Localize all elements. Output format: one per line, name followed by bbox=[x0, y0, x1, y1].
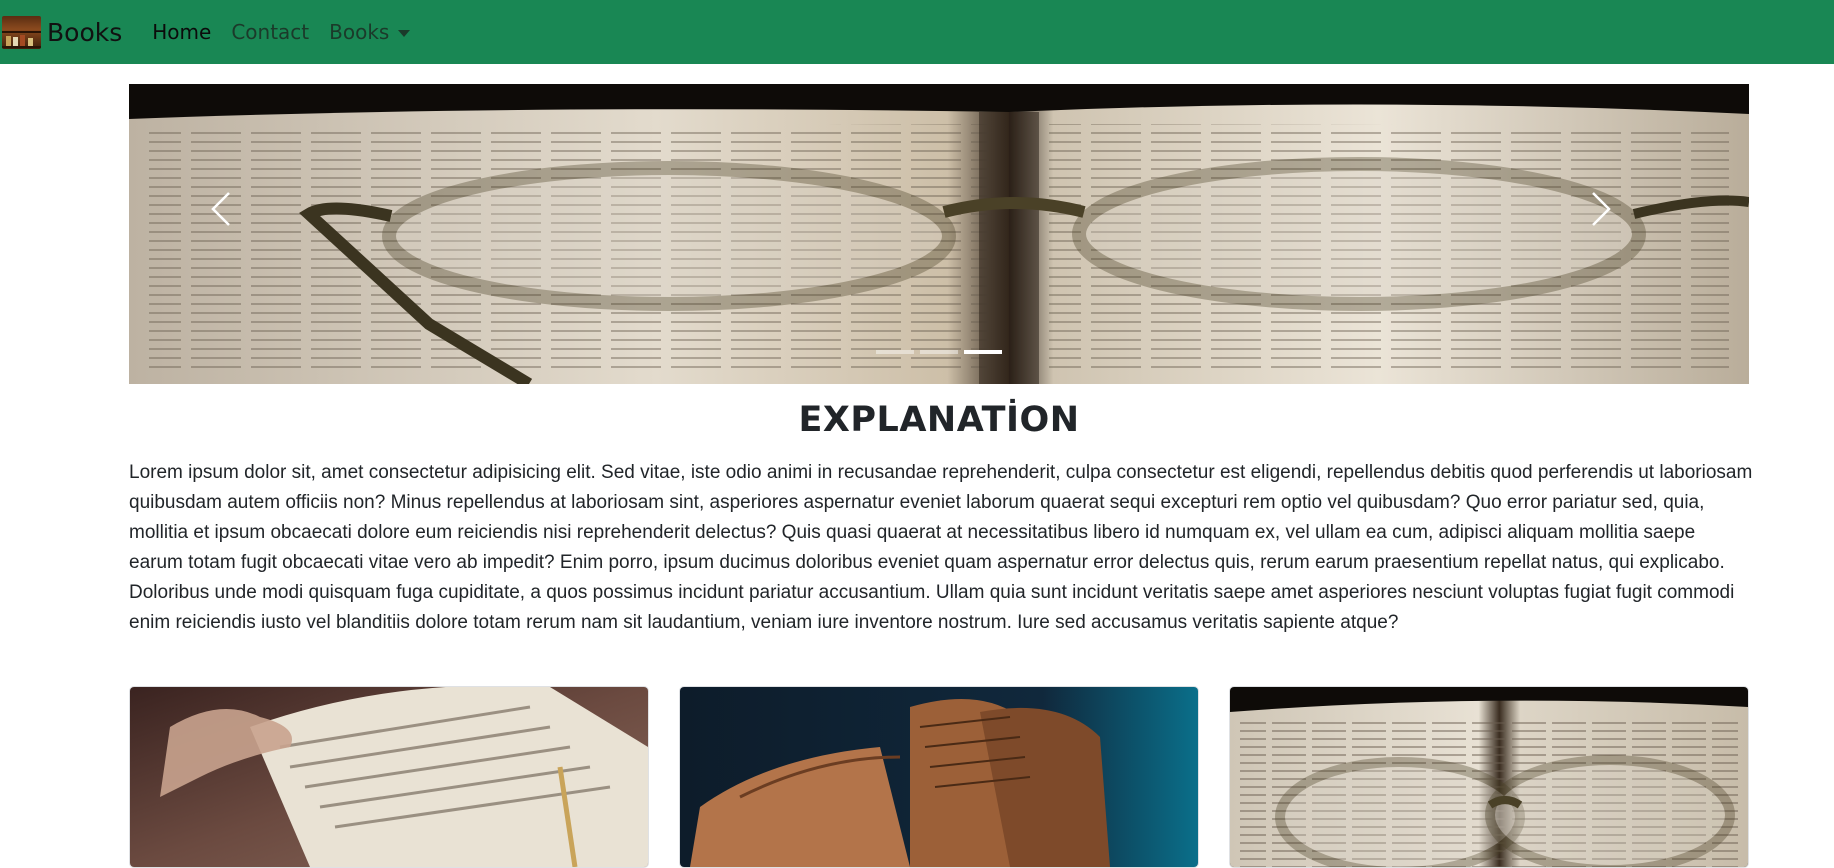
carousel-slide-image bbox=[129, 84, 1749, 384]
card-image-3[interactable] bbox=[1229, 686, 1749, 868]
carousel-next-button[interactable] bbox=[1589, 189, 1669, 249]
caret-down-icon bbox=[398, 29, 411, 37]
card-image-1[interactable] bbox=[129, 686, 649, 868]
brand-name: Books bbox=[47, 17, 123, 47]
carousel-indicator-3[interactable] bbox=[964, 350, 1002, 354]
card-photo-reading-hands bbox=[130, 687, 648, 867]
hero-carousel bbox=[129, 84, 1749, 384]
section-body: Lorem ipsum dolor sit, amet consectetur … bbox=[129, 462, 1753, 633]
nav-dropdown-books[interactable]: Books bbox=[329, 20, 411, 44]
card-image-2[interactable] bbox=[679, 686, 1199, 868]
nav-dropdown-books-label: Books bbox=[329, 20, 390, 44]
navbar: Books Home Contact Books bbox=[0, 0, 1834, 64]
chevron-left-icon bbox=[211, 192, 230, 226]
carousel-indicator-1[interactable] bbox=[876, 350, 914, 354]
nav-link-home[interactable]: Home bbox=[152, 20, 211, 44]
nav-links: Home Contact Books bbox=[152, 20, 430, 44]
chevron-right-icon bbox=[1592, 192, 1611, 226]
carousel-indicator-2[interactable] bbox=[920, 350, 958, 354]
navbar-brand[interactable]: Books bbox=[2, 15, 123, 49]
nav-link-contact[interactable]: Contact bbox=[231, 20, 309, 44]
bookshelf-logo-icon bbox=[2, 15, 41, 49]
carousel-indicators bbox=[129, 350, 1749, 354]
card-photo-open-book bbox=[680, 687, 1198, 867]
card-photo-glasses-on-book bbox=[1230, 687, 1748, 867]
section-title: EXPLANATİON bbox=[798, 400, 1080, 440]
carousel-prev-button[interactable] bbox=[209, 189, 289, 249]
